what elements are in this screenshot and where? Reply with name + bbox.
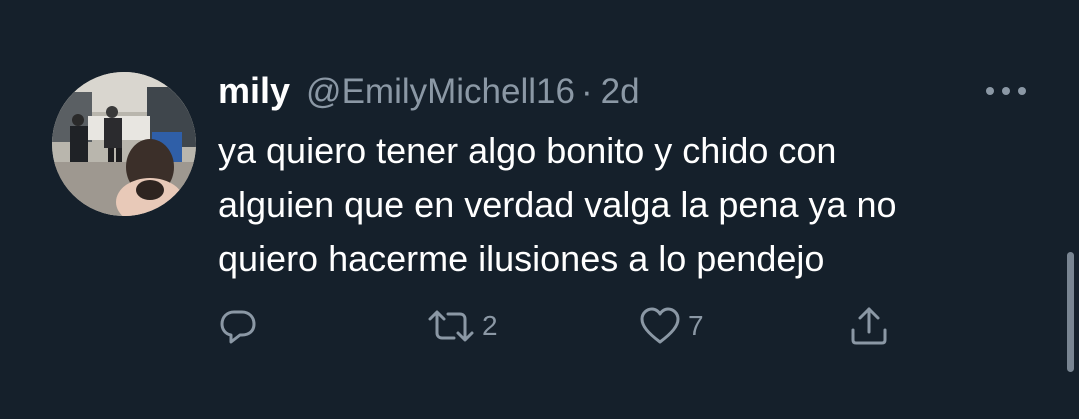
share-icon [851,307,887,345]
tweet[interactable]: mily @EmilyMichell16 · 2d ya quiero tene… [0,0,1079,419]
reply-icon [220,310,256,344]
heart-icon [640,307,680,344]
reply-button[interactable] [217,300,259,352]
like-button[interactable]: 7 [638,300,704,352]
display-name[interactable]: mily [218,70,290,112]
like-count: 7 [688,310,704,341]
share-button[interactable] [847,300,891,352]
retweet-button[interactable]: 2 [426,300,498,352]
more-options-icon[interactable] [984,84,1028,98]
retweet-icon [428,310,474,342]
user-handle[interactable]: @EmilyMichell16 [306,72,575,112]
separator-dot: · [580,72,593,111]
tweet-text: ya quiero tener algo bonito y chido con … [218,130,897,279]
timestamp[interactable]: 2d [601,72,640,112]
tweet-actions: 2 7 [0,300,1079,352]
retweet-count: 2 [482,310,498,341]
avatar-photo [52,72,196,216]
scrollbar[interactable] [1067,252,1074,372]
avatar[interactable] [52,72,196,216]
tweet-header: mily @EmilyMichell16 · 2d [218,70,640,116]
